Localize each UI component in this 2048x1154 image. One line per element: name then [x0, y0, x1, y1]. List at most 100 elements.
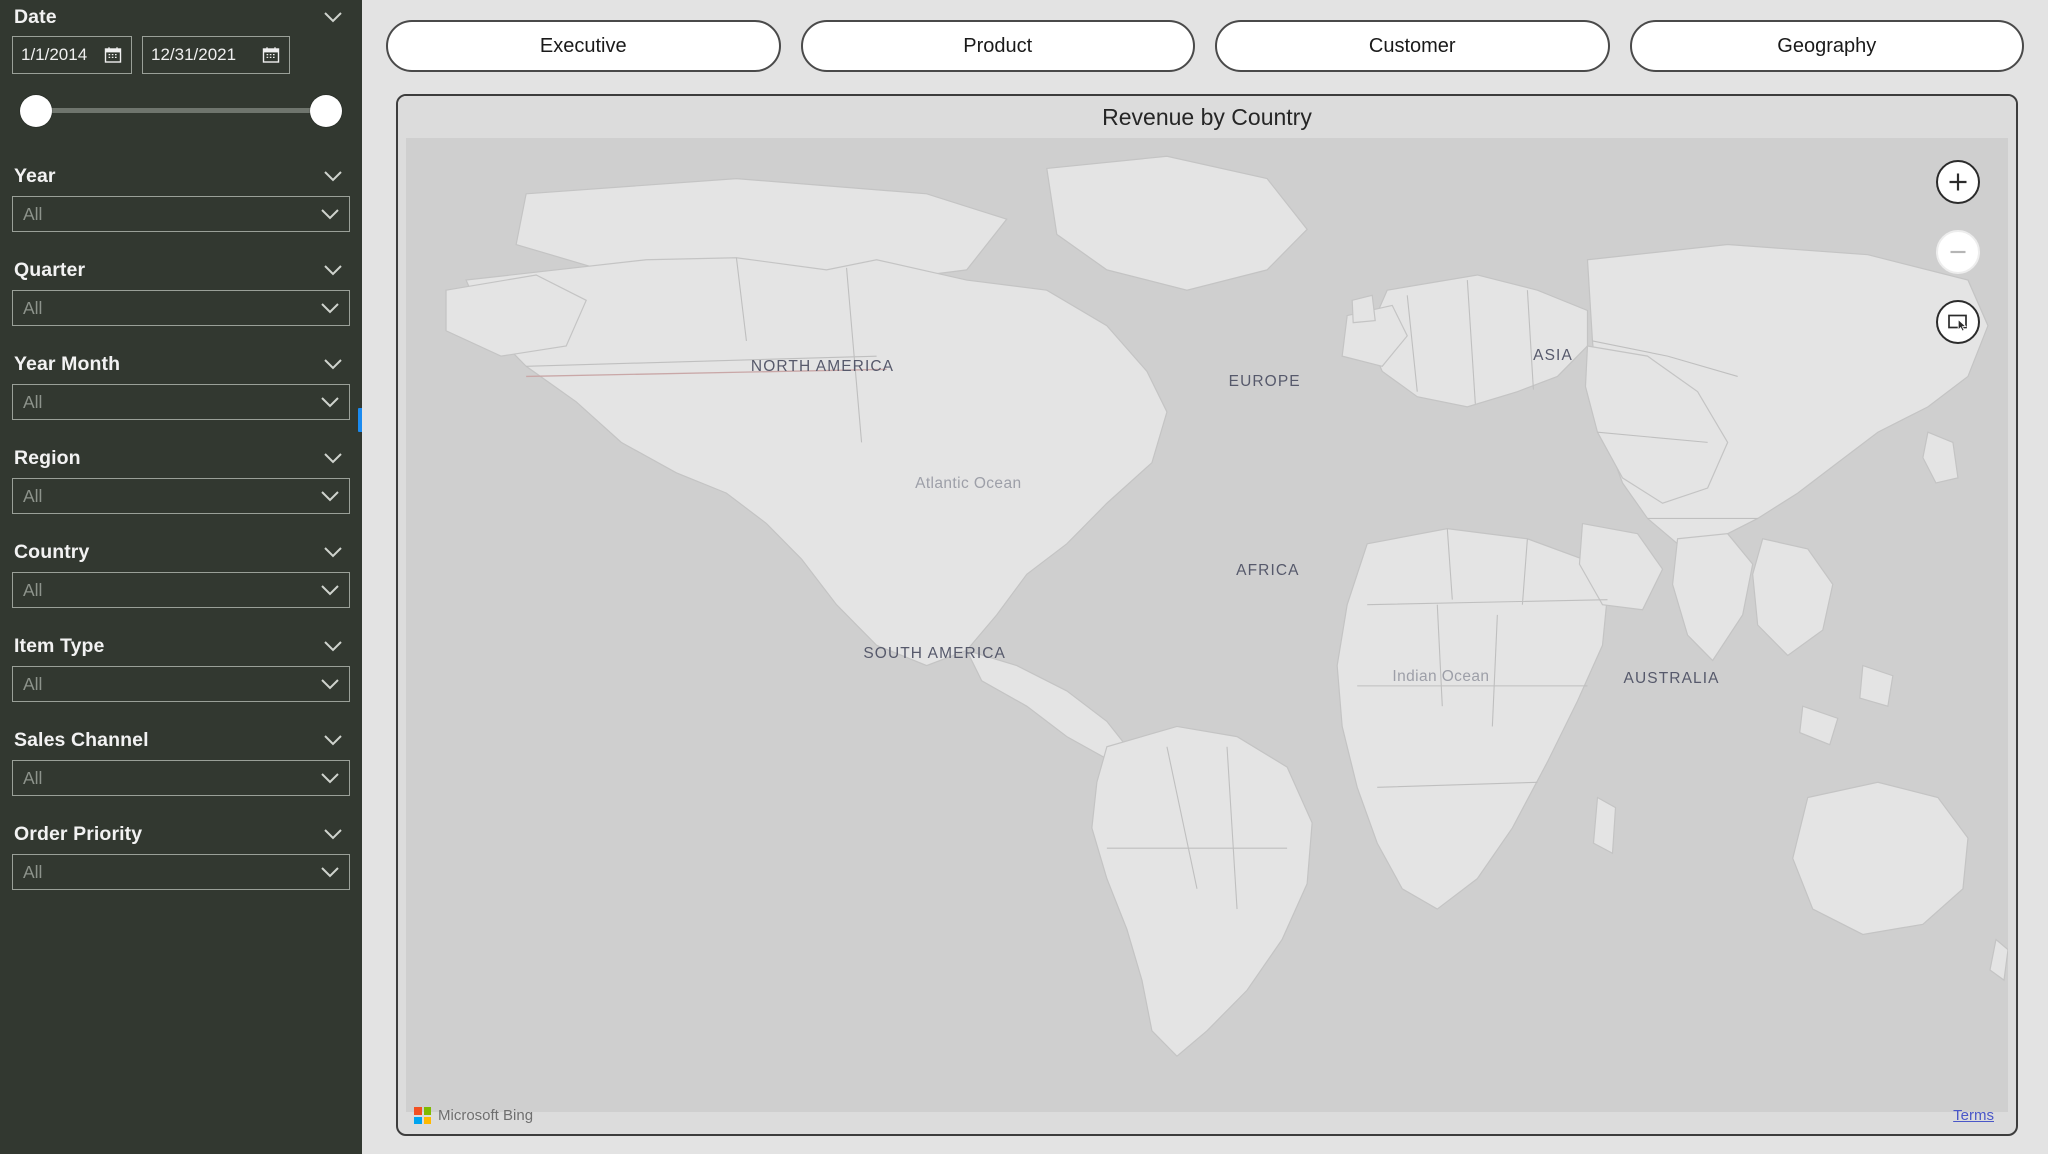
map-label-south-america: SOUTH AMERICA: [863, 645, 1006, 663]
date-section-header[interactable]: Date: [12, 0, 350, 34]
chevron-down-icon[interactable]: [319, 207, 341, 221]
slider-track: [36, 108, 326, 113]
date-start-field[interactable]: 1/1/2014: [12, 36, 132, 74]
map-label-australia: AUSTRALIA: [1623, 669, 1720, 687]
dashboard-root: Date 1/1/2014 12/31/2021 Year All Quarte…: [0, 0, 2048, 1154]
filter-value: All: [23, 391, 43, 412]
filter-section-header[interactable]: Quarter: [12, 254, 350, 286]
chevron-down-icon[interactable]: [322, 639, 344, 653]
filter-block-year-month: Year Month All: [12, 348, 350, 420]
chevron-down-icon[interactable]: [322, 545, 344, 559]
chevron-down-icon[interactable]: [322, 10, 344, 24]
plus-icon: [1949, 173, 1967, 191]
filter-value: All: [23, 861, 43, 882]
microsoft-logo-icon: [414, 1107, 431, 1124]
filter-value: All: [23, 203, 43, 224]
filter-value: All: [23, 485, 43, 506]
date-end-field[interactable]: 12/31/2021: [142, 36, 290, 74]
filter-list: Year All Quarter All Year Month All Region All C…: [12, 160, 350, 890]
date-end-value: 12/31/2021: [151, 45, 237, 64]
tab-geography[interactable]: Geography: [1629, 20, 2024, 72]
filter-value: All: [23, 673, 43, 694]
slider-handle-end[interactable]: [310, 95, 342, 127]
chevron-down-icon[interactable]: [322, 827, 344, 841]
filter-section-header[interactable]: Year Month: [12, 348, 350, 380]
bing-attribution-label: Microsoft Bing: [438, 1107, 534, 1124]
filter-label: Region: [14, 446, 81, 469]
chevron-down-icon[interactable]: [322, 733, 344, 747]
map-label-indian-ocean: Indian Ocean: [1392, 667, 1490, 685]
filter-section-header[interactable]: Year: [12, 160, 350, 192]
calendar-icon[interactable]: [103, 45, 123, 65]
chevron-down-icon[interactable]: [322, 169, 344, 183]
zoom-out-button[interactable]: [1936, 230, 1980, 274]
filter-label: Order Priority: [14, 822, 143, 845]
filter-label: Year Month: [14, 352, 121, 375]
bing-map[interactable]: NORTH AMERICA EUROPE ASIA AFRICA SOUTH AMERI…: [406, 138, 2008, 1112]
zoom-in-button[interactable]: [1936, 160, 1980, 204]
date-section-label: Date: [14, 5, 57, 28]
tab-customer[interactable]: Customer: [1215, 20, 1610, 72]
calendar-icon[interactable]: [261, 45, 281, 65]
filter-block-order-priority: Order Priority All: [12, 818, 350, 890]
chevron-down-icon[interactable]: [319, 395, 341, 409]
world-map-graphic: [406, 138, 2008, 1112]
filter-block-sales-channel: Sales Channel All: [12, 724, 350, 796]
filter-section-header[interactable]: Region: [12, 442, 350, 474]
chevron-down-icon[interactable]: [319, 489, 341, 503]
slider-handle-start[interactable]: [20, 95, 52, 127]
filters-sidebar: Date 1/1/2014 12/31/2021 Year All Quarte…: [0, 0, 362, 1154]
filter-block-quarter: Quarter All: [12, 254, 350, 326]
chevron-down-icon[interactable]: [322, 451, 344, 465]
filter-label: Sales Channel: [14, 728, 149, 751]
filter-block-year: Year All: [12, 160, 350, 232]
chevron-down-icon[interactable]: [322, 357, 344, 371]
tab-product[interactable]: Product: [800, 20, 1195, 72]
filter-dropdown[interactable]: All: [12, 572, 350, 608]
filter-value: All: [23, 297, 43, 318]
filter-label: Item Type: [14, 634, 105, 657]
filter-label: Year: [14, 164, 56, 187]
filter-value: All: [23, 767, 43, 788]
select-area-icon: [1948, 314, 1967, 332]
map-label-africa: AFRICA: [1236, 562, 1300, 580]
filter-dropdown[interactable]: All: [12, 478, 350, 514]
chevron-down-icon[interactable]: [319, 301, 341, 315]
date-range-slider[interactable]: [12, 82, 350, 138]
filter-dropdown[interactable]: All: [12, 760, 350, 796]
bing-attribution: Microsoft Bing: [414, 1107, 533, 1124]
map-label-asia: ASIA: [1533, 347, 1573, 365]
filter-dropdown[interactable]: All: [12, 196, 350, 232]
chevron-down-icon[interactable]: [319, 583, 341, 597]
filter-block-country: Country All: [12, 536, 350, 608]
filter-dropdown[interactable]: All: [12, 854, 350, 890]
map-label-north-america: NORTH AMERICA: [750, 357, 895, 375]
tab-label: Executive: [539, 34, 627, 57]
tab-label: Geography: [1777, 34, 1877, 57]
filter-section-header[interactable]: Country: [12, 536, 350, 568]
filter-block-item-type: Item Type All: [12, 630, 350, 702]
filter-value: All: [23, 579, 43, 600]
map-label-europe: EUROPE: [1228, 372, 1301, 390]
revenue-by-country-card: Revenue by Country NORTH AMERICA EUROPE …: [396, 94, 2018, 1136]
chevron-down-icon[interactable]: [319, 771, 341, 785]
select-tool-button[interactable]: [1936, 300, 1980, 344]
page-tabs: Executive Product Customer Geography: [362, 0, 2048, 92]
main-content: Executive Product Customer Geography Revenu…: [362, 0, 2048, 1154]
filter-dropdown[interactable]: All: [12, 666, 350, 702]
minus-icon: [1950, 250, 1966, 254]
chevron-down-icon[interactable]: [319, 677, 341, 691]
tab-executive[interactable]: Executive: [386, 20, 781, 72]
map-label-atlantic-ocean: Atlantic Ocean: [915, 474, 1022, 492]
chevron-down-icon[interactable]: [322, 263, 344, 277]
terms-link[interactable]: Terms: [1953, 1107, 1994, 1124]
filter-section-header[interactable]: Item Type: [12, 630, 350, 662]
filter-section-header[interactable]: Sales Channel: [12, 724, 350, 756]
tab-label: Product: [963, 34, 1033, 57]
filter-dropdown[interactable]: All: [12, 290, 350, 326]
filter-dropdown[interactable]: All: [12, 384, 350, 420]
chevron-down-icon[interactable]: [319, 865, 341, 879]
filter-label: Country: [14, 540, 90, 563]
filter-section-header[interactable]: Order Priority: [12, 818, 350, 850]
date-range-inputs: 1/1/2014 12/31/2021: [12, 36, 350, 74]
